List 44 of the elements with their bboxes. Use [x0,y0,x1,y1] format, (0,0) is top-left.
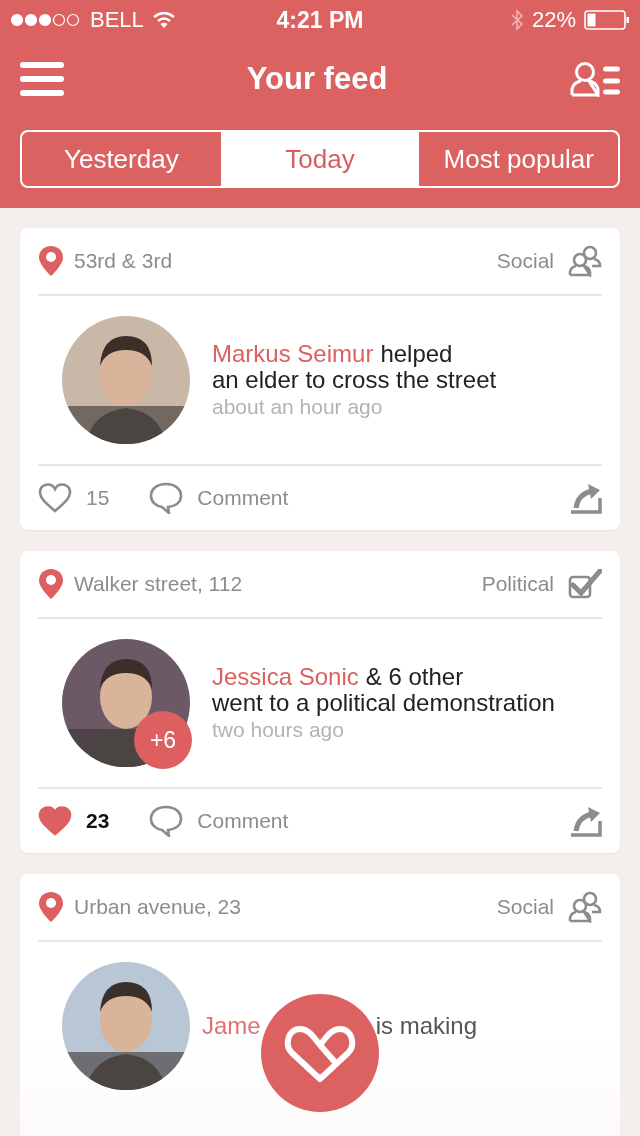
user-name-link[interactable]: Jame [202,1013,261,1039]
share-icon[interactable] [568,805,602,837]
battery-percent: 22% [531,7,576,33]
activity-text: is making [375,1013,478,1039]
location-label: Walker street, 112 [74,572,244,596]
wifi-icon [151,11,176,29]
activity-text: went to a political demonstration [212,690,555,716]
time-label: two hours ago [212,718,345,742]
user-name-link[interactable]: Markus Seimur [212,341,374,367]
speech-bubble-icon [149,482,184,514]
user-name-link[interactable]: Jessica Sonic [212,664,359,690]
bluetooth-icon [509,9,524,31]
battery-icon [584,10,630,30]
category-label: Political [481,572,554,596]
filter-tab[interactable]: Yesterday [22,132,221,186]
share-icon[interactable] [568,482,602,514]
filter-tab[interactable]: Today [220,132,420,186]
like-button[interactable]: 15 [38,483,110,513]
speech-bubble-icon [149,805,184,837]
location-label: 53rd & 3rd [74,249,174,273]
comment-button[interactable]: Comment [149,482,289,514]
activity-text: helped [380,341,453,367]
activity-text: & 6 other [365,664,464,690]
like-button[interactable]: 23 [38,806,110,836]
people-icon [568,891,602,923]
page-title: Your feed [246,61,388,97]
location-pin-icon [38,568,64,600]
filter-tab[interactable]: Most popular [419,132,618,186]
checkmark-icon [568,569,602,599]
comment-button[interactable]: Comment [149,805,289,837]
status-time: 4:21 PM [276,6,364,34]
location-pin-icon [38,245,64,277]
carrier-name: BELL [90,7,144,33]
category-label: Social [496,895,554,919]
category-label: Social [496,249,554,273]
menu-icon[interactable] [20,62,64,96]
time-label: about an hour ago [212,395,384,419]
profile-list-icon[interactable] [570,61,620,97]
location-label: Urban avenue, 23 [74,895,242,919]
heart-check-icon [282,1023,358,1083]
people-icon [568,245,602,277]
signal-icon [10,13,82,27]
activity-text: an elder to cross the street [212,367,497,393]
location-pin-icon [38,891,64,923]
